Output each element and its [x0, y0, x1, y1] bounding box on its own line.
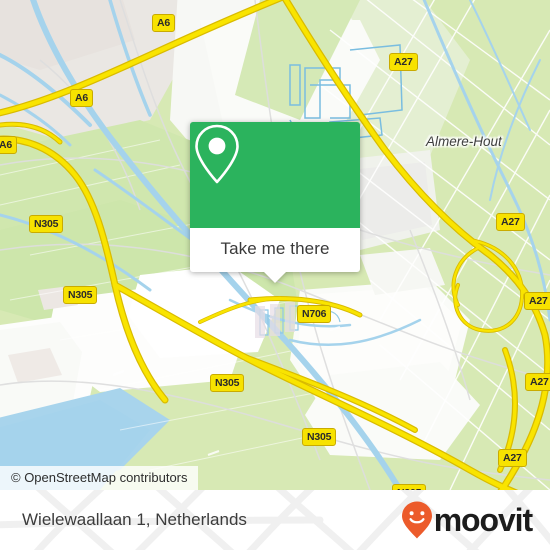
- address-label: Wielewaallaan 1, Netherlands: [22, 510, 247, 529]
- map-canvas[interactable]: Almere-Hout A6 A6 A6 A27 A27 A27 A27 A27…: [0, 0, 550, 490]
- road-shield-a6[interactable]: A6: [0, 136, 18, 154]
- road-shield-n305[interactable]: N305: [210, 374, 245, 392]
- moovit-pin-icon: [401, 501, 432, 539]
- road-shield-n305[interactable]: N305: [302, 428, 337, 446]
- place-label-almere-hout: Almere-Hout: [426, 134, 502, 149]
- road-shield-a27[interactable]: A27: [498, 449, 527, 467]
- footer-bar: Wielewaallaan 1, Netherlands moovit: [0, 490, 550, 550]
- destination-popup-card[interactable]: Take me there: [190, 122, 360, 283]
- road-shield-a6[interactable]: A6: [152, 14, 176, 32]
- road-shield-n305[interactable]: N305: [63, 286, 98, 304]
- moovit-wordmark: moovit: [433, 502, 533, 538]
- road-shield-a27[interactable]: A27: [496, 213, 525, 231]
- road-shield-a27[interactable]: A27: [524, 292, 550, 310]
- osm-attribution[interactable]: © OpenStreetMap contributors: [0, 466, 198, 490]
- road-shield-a27[interactable]: A27: [525, 373, 550, 391]
- popup-pointer-tail: [264, 272, 286, 283]
- popup-action-row[interactable]: Take me there: [190, 228, 360, 272]
- popup-header: [190, 122, 360, 228]
- location-pin-icon: [195, 124, 239, 184]
- take-me-there-label: Take me there: [220, 239, 330, 258]
- road-shield-n305[interactable]: N305: [29, 215, 64, 233]
- moovit-logo[interactable]: moovit: [401, 500, 533, 540]
- road-shield-n706[interactable]: N706: [297, 305, 332, 323]
- road-shield-a6[interactable]: A6: [70, 89, 94, 107]
- moovit-map-page: Almere-Hout A6 A6 A6 A27 A27 A27 A27 A27…: [0, 0, 550, 550]
- road-shield-a27[interactable]: A27: [389, 53, 418, 71]
